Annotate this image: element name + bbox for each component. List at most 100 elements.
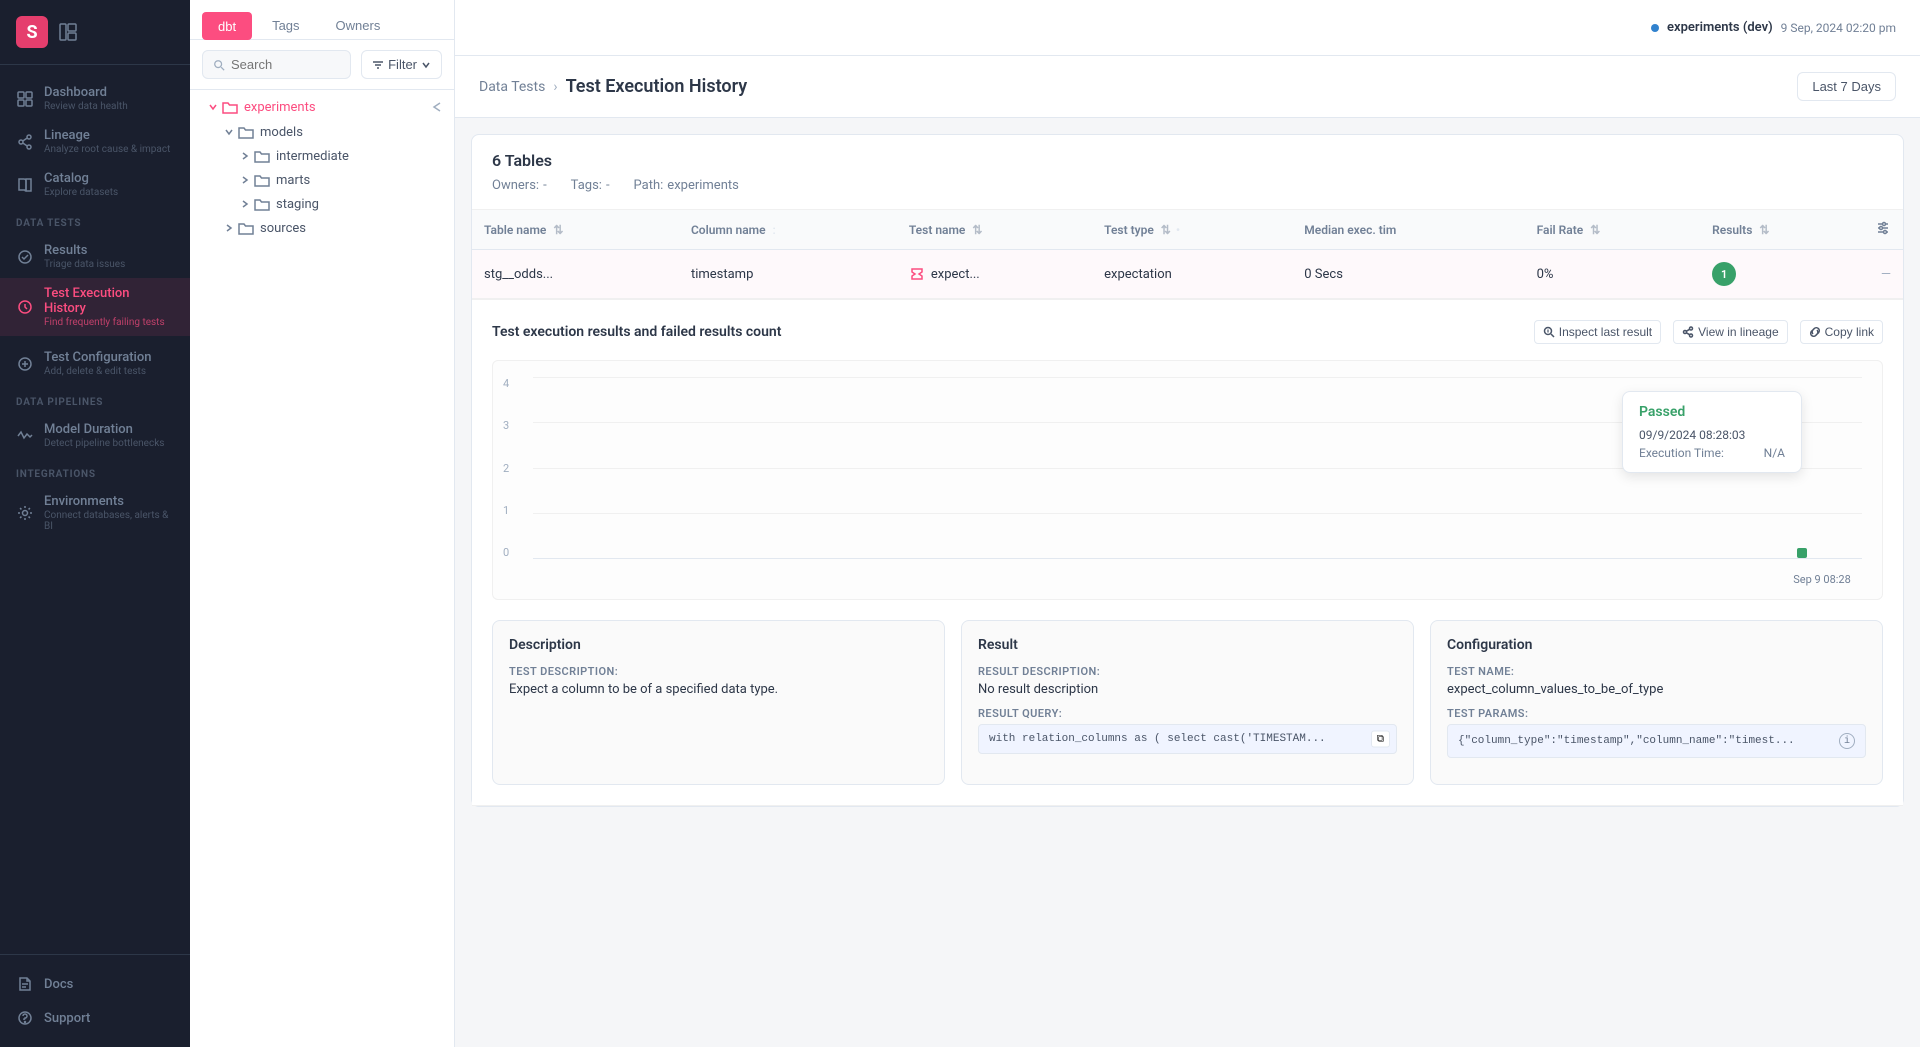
content-area: Data Tests › Test Execution History Last… bbox=[455, 56, 1920, 1047]
tree-tabs: dbt Tags Owners bbox=[190, 0, 454, 40]
table-count: 6 Tables bbox=[492, 151, 1883, 170]
result-desc-field: Result Description: No result descriptio… bbox=[978, 665, 1397, 697]
tree-item-models[interactable]: models bbox=[190, 120, 454, 144]
sidebar-item-docs[interactable]: Docs bbox=[0, 967, 190, 1001]
env-info: experiments (dev) 9 Sep, 2024 02:20 pm bbox=[1651, 20, 1896, 35]
copy-link-button[interactable]: Copy link bbox=[1800, 320, 1883, 344]
tree-item-sources[interactable]: sources bbox=[190, 216, 454, 240]
config-card: Configuration Test Name: expect_column_v… bbox=[1430, 620, 1883, 785]
cell-test-name: expect... bbox=[897, 250, 1092, 299]
breadcrumb-parent[interactable]: Data Tests bbox=[479, 79, 545, 95]
top-bar: experiments (dev) 9 Sep, 2024 02:20 pm bbox=[455, 0, 1920, 56]
owners-meta: Owners: - bbox=[492, 178, 547, 193]
tree-panel: dbt Tags Owners Filter bbox=[190, 0, 455, 1047]
table-row[interactable]: stg__odds... timestamp expect... exp bbox=[472, 250, 1903, 299]
tree-item-intermediate[interactable]: intermediate bbox=[190, 144, 454, 168]
result-desc-value: No result description bbox=[978, 682, 1397, 697]
tab-owners[interactable]: Owners bbox=[320, 12, 397, 39]
lineage-label: Lineage bbox=[44, 128, 170, 143]
exec-results-title: Test execution results and failed result… bbox=[492, 324, 781, 340]
result-desc-label: Result Description: bbox=[978, 665, 1397, 678]
sidebar-item-dashboard[interactable]: Dashboard Review data health bbox=[0, 77, 190, 120]
col-settings[interactable] bbox=[1863, 210, 1903, 250]
clock-icon bbox=[16, 298, 34, 316]
breadcrumb-current: Test Execution History bbox=[566, 76, 748, 97]
chevron-down-icon bbox=[421, 60, 431, 70]
col-test-name[interactable]: Test name ⇅ bbox=[897, 210, 1092, 250]
tooltip-exec-label: Execution Time: bbox=[1639, 446, 1724, 460]
environments-label: Environments bbox=[44, 494, 174, 509]
date-range-button[interactable]: Last 7 Days bbox=[1797, 72, 1896, 101]
col-table-name[interactable]: Table name ⇅ bbox=[472, 210, 679, 250]
cell-column-name: timestamp bbox=[679, 250, 897, 299]
tab-dbt[interactable]: dbt bbox=[202, 12, 252, 40]
sidebar-item-results[interactable]: Results Triage data issues bbox=[0, 235, 190, 278]
sidebar-item-test-config[interactable]: Test Configuration Add, delete & edit te… bbox=[0, 342, 190, 385]
sort-icon: ⇅ bbox=[1161, 223, 1171, 237]
col-median-exec[interactable]: Median exec. tim bbox=[1292, 210, 1524, 250]
col-test-type[interactable]: Test type ⇅ • bbox=[1092, 210, 1292, 250]
params-info-icon[interactable]: i bbox=[1839, 733, 1855, 749]
results-subtitle: Triage data issues bbox=[44, 259, 125, 270]
cell-table-name: stg__odds... bbox=[472, 250, 679, 299]
sidebar-item-lineage[interactable]: Lineage Analyze root cause & impact bbox=[0, 120, 190, 163]
tree-item-staging[interactable]: staging bbox=[190, 192, 454, 216]
file-text-icon bbox=[16, 975, 34, 993]
tree-content: experiments models intermediate bbox=[190, 90, 454, 1047]
table-header-row: Table name ⇅ Column name : Test name ⇅ bbox=[472, 210, 1903, 250]
folder-icon bbox=[254, 148, 270, 164]
cell-expand[interactable]: — bbox=[1863, 250, 1903, 299]
test-params-field: Test Params: {"column_type":"timestamp",… bbox=[1447, 707, 1866, 758]
share-icon bbox=[16, 133, 34, 151]
lineage-icon bbox=[1682, 326, 1694, 338]
test-execution-label: Test Execution History bbox=[44, 286, 174, 316]
tree-item-marts[interactable]: marts bbox=[190, 168, 454, 192]
tab-tags[interactable]: Tags bbox=[256, 12, 315, 39]
activity-icon bbox=[16, 427, 34, 445]
tree-item-intermediate-label: intermediate bbox=[276, 149, 349, 164]
filter-button[interactable]: Filter bbox=[361, 50, 442, 79]
results-label: Results bbox=[44, 243, 125, 258]
tree-item-marts-label: marts bbox=[276, 173, 310, 188]
sidebar-item-environments[interactable]: Environments Connect databases, alerts &… bbox=[0, 486, 190, 540]
collapse-row-icon[interactable]: — bbox=[1881, 267, 1891, 282]
grid-icon bbox=[16, 90, 34, 108]
layout-toggle-icon[interactable] bbox=[58, 22, 78, 42]
sidebar-item-catalog[interactable]: Catalog Explore datasets bbox=[0, 163, 190, 206]
test-desc-label: Test Description: bbox=[509, 665, 928, 678]
table-header-info: 6 Tables Owners: - Tags: - Path: experim… bbox=[472, 135, 1903, 210]
sort-icon: ⇅ bbox=[1590, 223, 1600, 237]
search-input[interactable] bbox=[231, 57, 340, 72]
settings-icon bbox=[16, 504, 34, 522]
copy-query-button[interactable]: ⧉ bbox=[1371, 731, 1390, 748]
plus-circle-icon bbox=[16, 355, 34, 373]
chart-tooltip: Passed 09/9/2024 08:28:03 Execution Time… bbox=[1622, 391, 1802, 473]
test-name-icon bbox=[909, 266, 925, 282]
collapse-tree-button[interactable] bbox=[428, 98, 446, 116]
col-fail-rate[interactable]: Fail Rate ⇅ bbox=[1525, 210, 1701, 250]
tooltip-exec-value: N/A bbox=[1764, 446, 1785, 460]
chevron-down-icon bbox=[222, 125, 236, 139]
data-pipelines-section-label: DATA PIPELINES bbox=[0, 385, 190, 414]
integrations-section-label: INTEGRATIONS bbox=[0, 457, 190, 486]
sidebar-item-support[interactable]: Support bbox=[0, 1001, 190, 1035]
folder-icon bbox=[222, 99, 238, 115]
sidebar-item-test-execution[interactable]: Test Execution History Find frequently f… bbox=[0, 278, 190, 336]
tooltip-datetime: 09/9/2024 08:28:03 bbox=[1639, 428, 1785, 442]
inspect-last-result-button[interactable]: Inspect last result bbox=[1534, 320, 1661, 344]
sidebar-item-model-duration[interactable]: Model Duration Detect pipeline bottlenec… bbox=[0, 414, 190, 457]
chart-data-point[interactable] bbox=[1797, 548, 1807, 558]
sort-icon: ⇅ bbox=[972, 223, 982, 237]
config-test-params-value: {"column_type":"timestamp","column_name"… bbox=[1447, 724, 1866, 758]
app-logo[interactable]: S bbox=[16, 16, 48, 48]
data-tests-section-label: DATA TESTS bbox=[0, 206, 190, 235]
tree-item-experiments[interactable]: experiments bbox=[190, 94, 454, 120]
col-column-name[interactable]: Column name : bbox=[679, 210, 897, 250]
result-query-value: with relation_columns as ( select cast('… bbox=[978, 724, 1397, 754]
filter-icon bbox=[372, 59, 384, 71]
col-results[interactable]: Results ⇅ bbox=[1700, 210, 1863, 250]
search-box bbox=[202, 50, 351, 79]
env-name: experiments (dev) bbox=[1667, 20, 1773, 35]
dashboard-subtitle: Review data health bbox=[44, 101, 128, 112]
view-in-lineage-button[interactable]: View in lineage bbox=[1673, 320, 1788, 344]
